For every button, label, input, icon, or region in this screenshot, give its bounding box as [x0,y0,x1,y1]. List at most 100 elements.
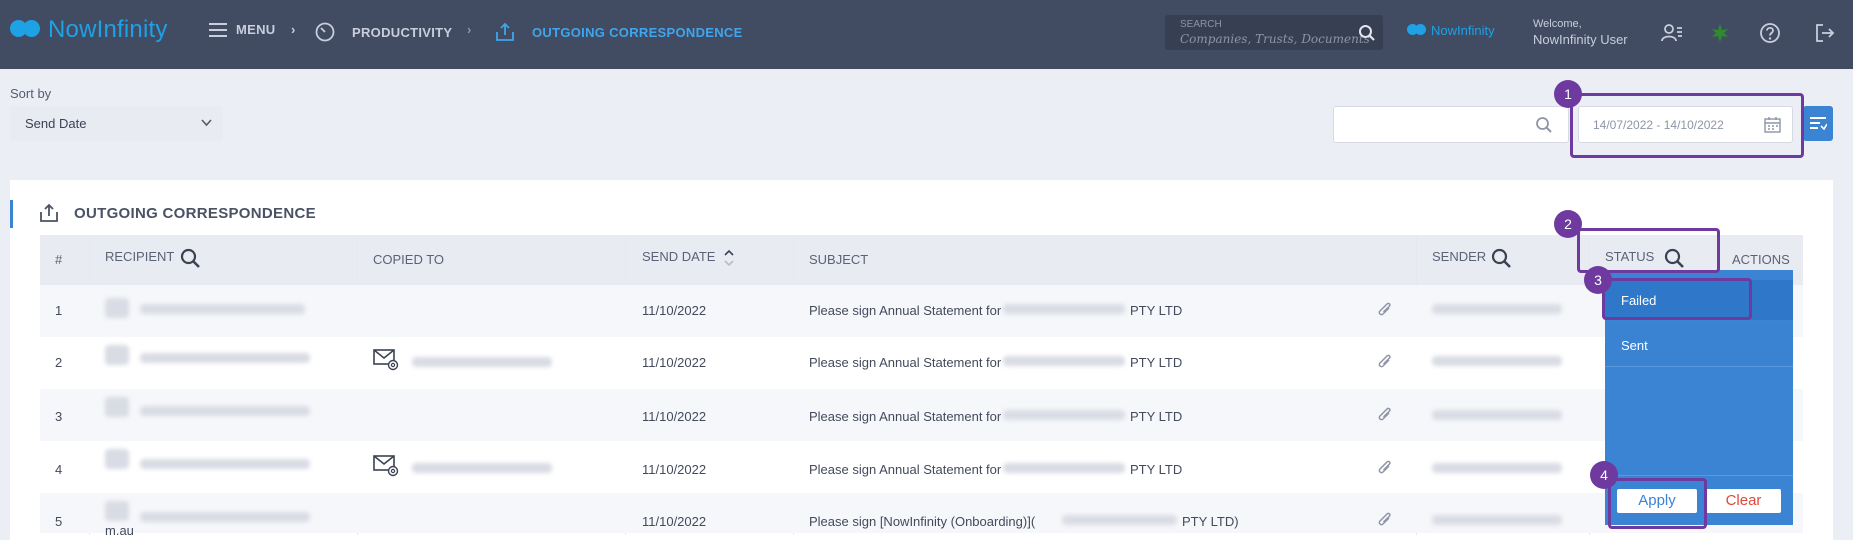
redacted-company [1003,410,1125,420]
menu-button[interactable]: MENU [209,22,275,37]
breadcrumb-current: OUTGOING CORRESPONDENCE [495,22,743,42]
redacted-cc [412,463,552,473]
dropdown-divider [1605,366,1793,367]
email-cc-icon [373,349,399,371]
outbox-icon [40,203,58,222]
hamburger-icon [209,22,227,37]
brand-small-text: NowInfinity [1431,22,1495,38]
avatar [105,345,129,365]
col-sender: SENDER [1432,249,1487,264]
search-icon[interactable] [1491,248,1512,269]
logo[interactable]: NowInfinity [10,16,168,44]
table-row[interactable]: 5 m.au 11/10/2022 Please sign [NowInfini… [40,493,1803,538]
send-date: 11/10/2022 [642,303,707,318]
callout-failed-option [1602,278,1752,320]
row-number: 2 [55,355,63,370]
chevron-down-icon [201,119,212,127]
col-send-date[interactable]: SEND DATE [642,249,715,264]
subject[interactable]: Please sign [NowInfinity (Onboarding)]( [809,514,1035,529]
search-icon[interactable] [1535,116,1553,134]
search-label: SEARCH [1180,19,1222,30]
table-row[interactable]: 4 11/10/2022 Please sign Annual Statemen… [40,441,1803,494]
subject[interactable]: Please sign Annual Statement for [809,462,1001,477]
user-profile-icon[interactable] [1661,22,1683,44]
menu-label: MENU [236,22,276,37]
redacted-sender [1432,356,1562,366]
sort-by-select[interactable]: Send Date [10,106,223,141]
search-icon[interactable] [1358,24,1376,42]
redacted-company [1003,304,1125,314]
avatar [105,501,129,521]
avatar [105,298,129,318]
redacted-recipient [140,406,310,416]
subject[interactable]: Please sign Annual Statement for [809,409,1001,424]
redacted-recipient [140,304,305,314]
subject[interactable]: Please sign Annual Statement for [809,355,1001,370]
send-date: 11/10/2022 [642,355,707,370]
callout-apply-button [1608,478,1707,529]
subject-suffix: PTY LTD [1130,409,1183,424]
table-row[interactable]: 3 11/10/2022 Please sign Annual Statemen… [40,389,1803,442]
status-indicator-icon[interactable] [1709,22,1731,44]
panel-accent-bar [10,200,13,228]
help-icon[interactable] [1759,22,1781,44]
redacted-sender [1432,463,1562,473]
logo-text: NowInfinity [48,16,168,43]
table-header [40,235,1803,285]
redacted-sender [1432,515,1562,525]
redacted-cc [412,357,552,367]
redacted-recipient [140,459,310,469]
sort-icon[interactable] [724,249,734,267]
send-date: 11/10/2022 [642,409,707,424]
logo-mark-icon [1407,22,1429,38]
redacted-company [1003,356,1125,366]
paperclip-icon[interactable] [1377,511,1393,529]
table-row[interactable]: 2 11/10/2022 Please sign Annual Statemen… [40,337,1803,390]
subject-suffix: PTY LTD [1130,355,1183,370]
user-name: NowInfinity User [1533,32,1628,47]
callout-date-range [1570,93,1804,158]
dropdown-divider [1605,475,1793,476]
status-option-sent[interactable]: Sent [1605,325,1793,365]
filter-list-icon [1810,117,1827,131]
sort-by-value: Send Date [25,116,87,131]
col-copied-to: COPIED TO [373,252,445,267]
table-row[interactable]: 1 11/10/2022 Please sign Annual Statemen… [40,285,1803,338]
paperclip-icon[interactable] [1377,459,1393,477]
outbox-icon [496,22,514,41]
panel-title: OUTGOING CORRESPONDENCE [74,205,316,222]
callout-badge-4: 4 [1590,461,1618,489]
current-page-label: OUTGOING CORRESPONDENCE [532,24,743,40]
subject-suffix: PTY LTD [1130,462,1183,477]
global-search[interactable]: SEARCH Companies, Trusts, Documents [1165,15,1383,50]
subject-suffix: PTY LTD [1130,303,1183,318]
redacted-recipient [140,512,310,522]
filter-settings-button[interactable] [1803,106,1833,141]
logout-icon[interactable] [1814,22,1836,44]
filter-search-input[interactable] [1333,106,1569,143]
paperclip-icon[interactable] [1377,406,1393,424]
sort-by-label: Sort by [10,86,52,101]
col-subject: SUBJECT [809,252,869,267]
brand-small: NowInfinity [1407,22,1495,38]
paperclip-icon[interactable] [1377,353,1393,371]
gauge-icon [315,22,335,42]
email-cc-icon [373,455,399,477]
paperclip-icon[interactable] [1377,301,1393,319]
callout-badge-1: 1 [1554,80,1582,108]
breadcrumb-productivity[interactable]: PRODUCTIVITY [315,22,452,42]
redacted-sender [1432,410,1562,420]
row-number: 1 [55,303,63,318]
logo-mark-icon [10,17,44,43]
subject[interactable]: Please sign Annual Statement for [809,303,1001,318]
productivity-label: PRODUCTIVITY [352,24,453,40]
status-option-label: Sent [1621,338,1648,353]
send-date: 11/10/2022 [642,462,707,477]
breadcrumb-separator: › [467,22,472,37]
clear-button[interactable]: Clear [1706,489,1781,513]
callout-badge-2: 2 [1554,210,1582,238]
search-icon[interactable] [180,248,201,269]
subject-suffix: PTY LTD) [1182,514,1239,529]
col-num: # [55,252,63,267]
breadcrumb-separator: › [291,22,296,37]
